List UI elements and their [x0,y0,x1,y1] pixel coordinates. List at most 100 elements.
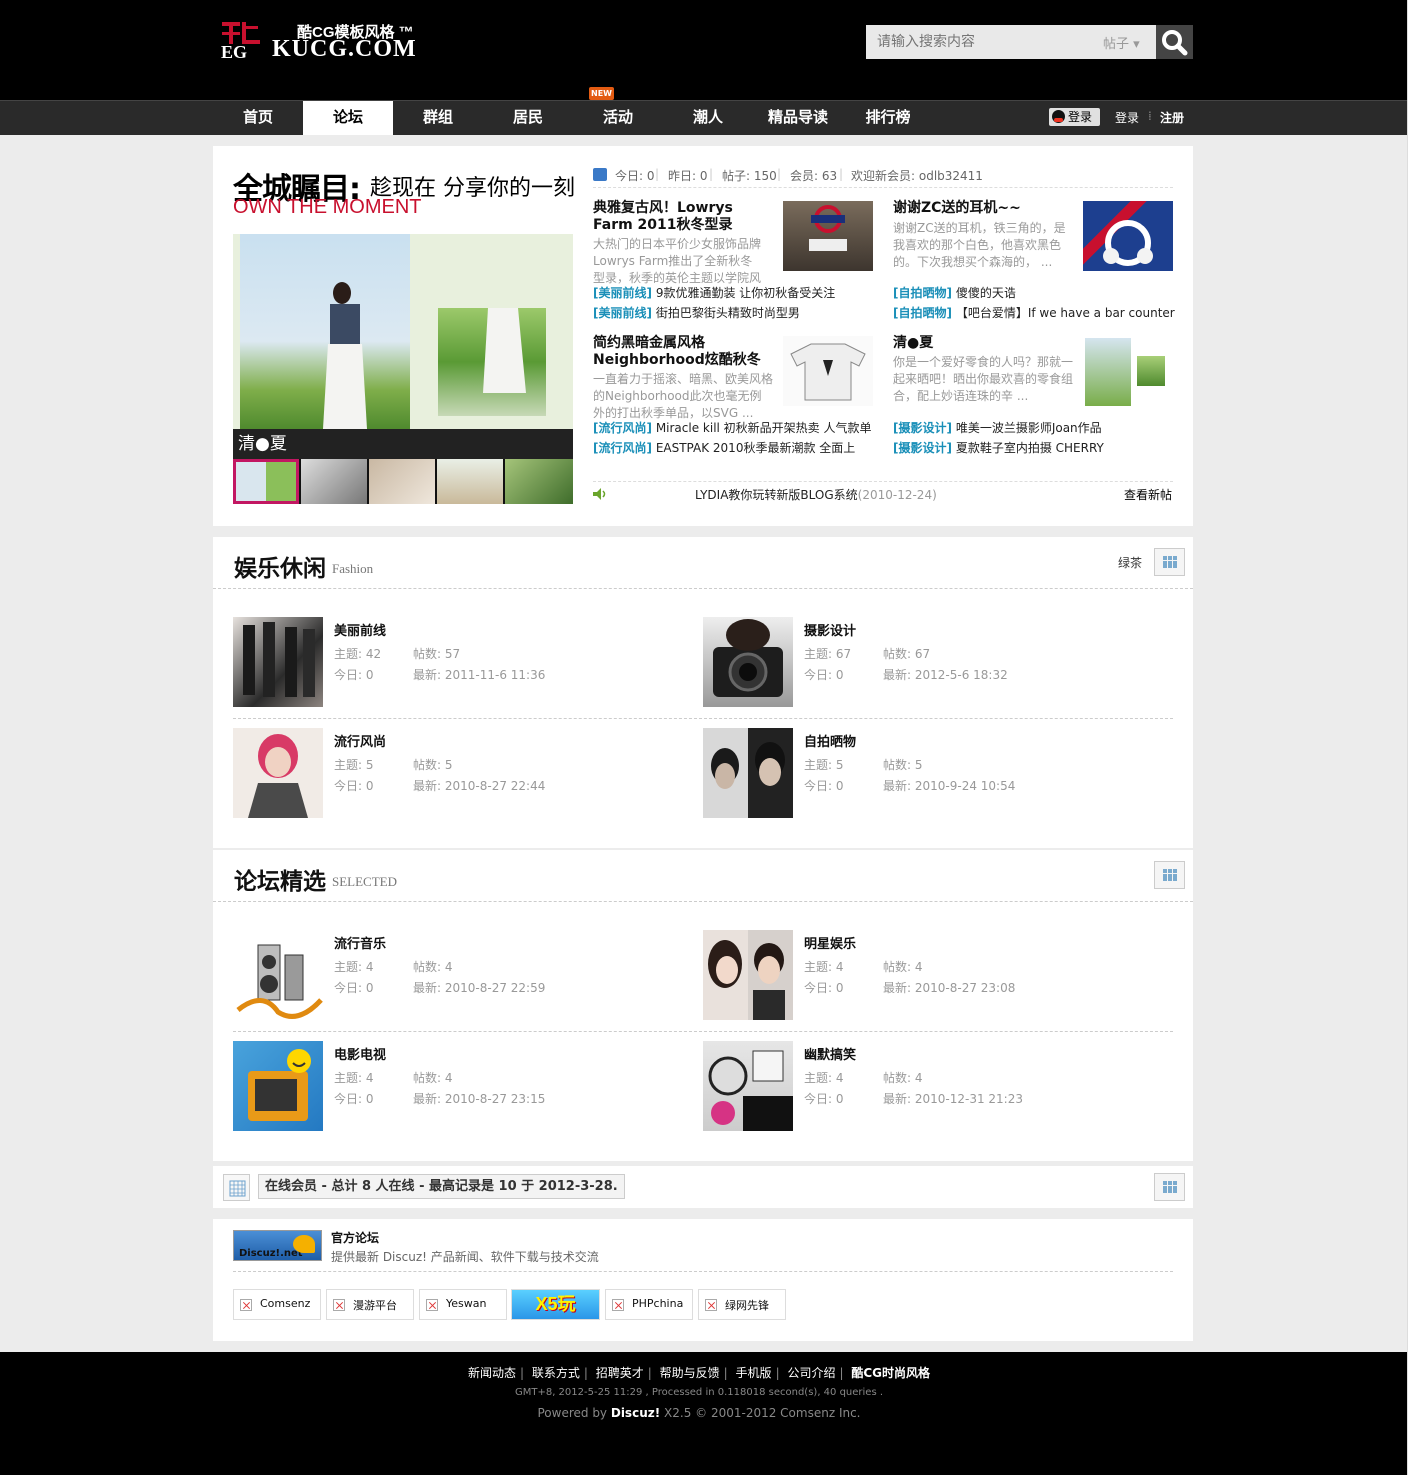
nav-item-ranking[interactable]: 排行榜 [843,101,933,135]
category-post-text[interactable]: 9款优雅通勤装 让你初秋备受关注 [656,286,835,300]
featured-post-image[interactable] [783,336,873,406]
forum-latest[interactable]: 最新: 2010-8-27 22:44 [413,777,545,794]
news-item[interactable]: LYDIA教你玩转新版BLOG系统(2010-12-24) [695,486,937,503]
featured-post-image[interactable] [1083,201,1173,271]
forum-card[interactable]: 流行音乐 主题: 4 帖数: 4 今日: 0 最新: 2010-8-27 22:… [233,930,703,1020]
view-new-posts-link[interactable]: 查看新帖 [1124,486,1172,503]
forum-latest[interactable]: 最新: 2010-8-27 23:08 [883,979,1015,996]
search-input[interactable] [866,25,1096,59]
forum-card[interactable]: 美丽前线 主题: 42 帖数: 57 今日: 0 最新: 2011-11-6 1… [233,617,703,707]
search-button[interactable] [1156,25,1193,59]
featured-post-image[interactable] [1083,336,1173,406]
forum-latest[interactable]: 最新: 2010-9-24 10:54 [883,777,1015,794]
category-post-line[interactable]: [流行风尚] Miracle kill 初秋新品开架热卖 人气款单 [593,419,872,436]
login-link[interactable]: 登录 [1115,109,1139,126]
official-forum-title[interactable]: 官方论坛 [331,1229,379,1246]
nav-item-trendsetters[interactable]: 潮人 [663,101,753,135]
category-post-line[interactable]: [流行风尚] EASTPAK 2010秋季最新潮款 全面上 [593,439,855,456]
nav-item-guide[interactable]: 精品导读 [753,101,843,135]
grid-view-icon[interactable] [1154,861,1185,889]
forum-name[interactable]: 流行音乐 [334,933,386,952]
forum-latest[interactable]: 最新: 2010-12-31 21:23 [883,1090,1023,1107]
forum-name[interactable]: 电影电视 [334,1044,386,1063]
search-type-select[interactable]: 帖子 ▾ [1103,33,1140,52]
category-post-line[interactable]: [自拍晒物] 傻傻的天诰 [893,284,1016,301]
stat-newest-member[interactable]: 欢迎新会员: odlb32411 [851,167,983,184]
nav-item-forum[interactable]: 论坛 [303,101,393,135]
footer-link[interactable]: 公司介绍 [787,1366,835,1380]
forum-icon[interactable] [233,1041,323,1131]
section-title[interactable]: 论坛精选 [234,862,326,896]
friend-link-x5-logo[interactable]: X5玩 [511,1289,600,1320]
forum-icon[interactable] [703,930,793,1020]
forum-icon[interactable] [233,930,323,1020]
forum-name[interactable]: 美丽前线 [334,620,386,639]
forum-card[interactable]: 摄影设计 主题: 67 帖数: 67 今日: 0 最新: 2012-5-6 18… [703,617,1173,707]
footer-link-brand[interactable]: 酷CG时尚风格 [851,1366,930,1380]
category-tag[interactable]: [自拍晒物] [893,286,952,300]
category-tag[interactable]: [自拍晒物] [893,306,952,320]
category-post-text[interactable]: 夏款鞋子室内拍摄 CHERRY [956,441,1104,455]
category-post-text[interactable]: 唯美一波兰摄影师Joan作品 [956,421,1102,435]
category-post-text[interactable]: EASTPAK 2010秋季最新潮款 全面上 [656,441,855,455]
featured-post-image[interactable] [783,201,873,271]
section-moderator[interactable]: 绿茶 [1118,554,1142,571]
grid-view-icon[interactable] [1154,548,1185,576]
forum-card[interactable]: 明星娱乐 主题: 4 帖数: 4 今日: 0 最新: 2010-8-27 23:… [703,930,1173,1020]
register-link[interactable]: 注册 [1160,109,1184,126]
footer-link[interactable]: 招聘英才 [596,1366,644,1380]
forum-name[interactable]: 明星娱乐 [804,933,856,952]
footer-link[interactable]: 帮助与反馈 [660,1366,720,1380]
forum-latest[interactable]: 最新: 2010-8-27 23:15 [413,1090,545,1107]
featured-post-title[interactable]: 清●夏 [893,335,993,352]
category-tag[interactable]: [流行风尚] [593,441,652,455]
category-post-line[interactable]: [美丽前线] 9款优雅通勤装 让你初秋备受关注 [593,284,835,301]
category-tag[interactable]: [流行风尚] [593,421,652,435]
news-title[interactable]: LYDIA教你玩转新版BLOG系统 [695,488,858,502]
forum-latest[interactable]: 最新: 2011-11-6 11:36 [413,666,545,683]
nav-item-groups[interactable]: 群组 [393,101,483,135]
forum-card[interactable]: 电影电视 主题: 4 帖数: 4 今日: 0 最新: 2010-8-27 23:… [233,1041,703,1131]
forum-card[interactable]: 幽默搞笑 主题: 4 帖数: 4 今日: 0 最新: 2010-12-31 21… [703,1041,1173,1131]
footer-link[interactable]: 联系方式 [532,1366,580,1380]
forum-name[interactable]: 流行风尚 [334,731,386,750]
forum-card[interactable]: 自拍晒物 主题: 5 帖数: 5 今日: 0 最新: 2010-9-24 10:… [703,728,1173,818]
category-post-line[interactable]: [自拍晒物] 【吧台爱情】If we have a bar counter [893,304,1175,321]
forum-name[interactable]: 自拍晒物 [804,731,856,750]
forum-icon[interactable] [703,1041,793,1131]
category-tag[interactable]: [美丽前线] [593,306,652,320]
hero-slide-image[interactable] [233,234,573,429]
category-post-text[interactable]: 【吧台爱情】If we have a bar counter [956,306,1175,320]
forum-icon[interactable] [703,617,793,707]
friend-link[interactable]: Comsenz [233,1289,321,1320]
friend-link[interactable]: 漫游平台 [326,1289,414,1320]
featured-post-title[interactable]: 谢谢ZC送的耳机~~ [893,200,1073,217]
nav-item-home[interactable]: 首页 [213,101,303,135]
discuz-logo[interactable]: Discuz!.net [233,1230,322,1261]
forum-icon[interactable] [233,617,323,707]
category-post-line[interactable]: [摄影设计] 唯美一波兰摄影师Joan作品 [893,419,1102,436]
category-post-text[interactable]: Miracle kill 初秋新品开架热卖 人气款单 [656,421,872,435]
online-members-icon[interactable] [223,1174,250,1201]
category-tag[interactable]: [摄影设计] [893,421,952,435]
powered-brand-link[interactable]: Discuz! [611,1406,660,1420]
forum-icon[interactable] [703,728,793,818]
friend-link[interactable]: PHPchina [605,1289,693,1320]
category-post-line[interactable]: [美丽前线] 街拍巴黎街头精致时尚型男 [593,304,800,321]
online-members-summary[interactable]: 在线会员 - 总计 8 人在线 - 最高记录是 10 于 2012-3-28. [258,1174,625,1199]
forum-card[interactable]: 流行风尚 主题: 5 帖数: 5 今日: 0 最新: 2010-8-27 22:… [233,728,703,818]
grid-view-icon[interactable] [1154,1173,1185,1201]
category-post-line[interactable]: [摄影设计] 夏款鞋子室内拍摄 CHERRY [893,439,1104,456]
section-title[interactable]: 娱乐休闲 [234,549,326,583]
site-logo[interactable]: EG [220,18,264,62]
slide-thumb-1[interactable] [233,459,299,504]
category-post-text[interactable]: 傻傻的天诰 [956,286,1016,300]
forum-name[interactable]: 幽默搞笑 [804,1044,856,1063]
friend-link[interactable]: Yeswan [419,1289,507,1320]
footer-link[interactable]: 手机版 [736,1366,772,1380]
nav-item-events[interactable]: 活动 [573,101,663,135]
forum-latest[interactable]: 最新: 2010-8-27 22:59 [413,979,545,996]
category-post-text[interactable]: 街拍巴黎街头精致时尚型男 [656,306,800,320]
category-tag[interactable]: [摄影设计] [893,441,952,455]
vertical-scrollbar[interactable] [1407,0,1423,1475]
